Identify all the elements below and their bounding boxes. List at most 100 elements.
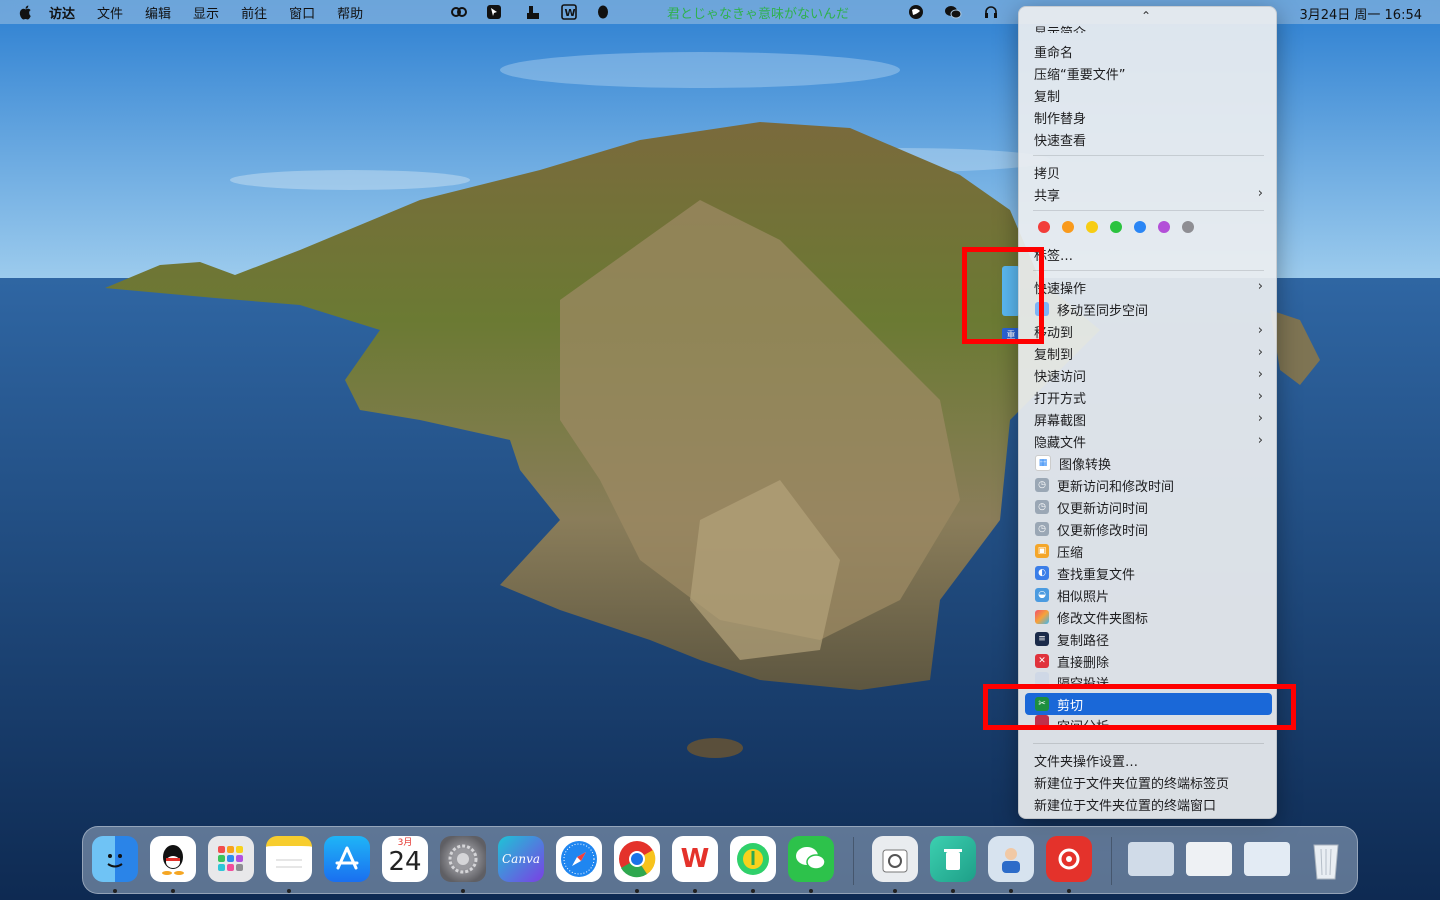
chevron-right-icon: › bbox=[1257, 186, 1263, 201]
canva-label: Canva bbox=[502, 852, 540, 866]
folder-color-icon bbox=[1035, 610, 1049, 624]
app-store-icon[interactable] bbox=[324, 836, 370, 882]
trash-cleaner-icon[interactable] bbox=[930, 836, 976, 882]
tag-red[interactable] bbox=[1038, 221, 1050, 233]
menu-item-copy-to[interactable]: 复制到 › bbox=[1025, 342, 1272, 364]
chrome-icon[interactable] bbox=[614, 836, 660, 882]
baidu-netdisk-icon[interactable] bbox=[450, 3, 468, 21]
svg-text:W: W bbox=[565, 8, 576, 19]
menu-item-find-duplicates-label: 查找重复文件 bbox=[1057, 567, 1136, 583]
image-convert-icon: ▦ bbox=[1035, 455, 1051, 471]
menu-item-screenshot[interactable]: 屏幕截图 › bbox=[1025, 408, 1272, 430]
menu-item-make-alias[interactable]: 制作替身 bbox=[1025, 106, 1272, 128]
running-indicator bbox=[171, 889, 175, 893]
menu-item-duplicate[interactable]: 复制 bbox=[1025, 84, 1272, 106]
apple-menu-icon[interactable] bbox=[19, 4, 35, 20]
wps-label: W bbox=[680, 844, 710, 874]
menu-view[interactable]: 显示 bbox=[193, 3, 219, 22]
tag-purple[interactable] bbox=[1158, 221, 1170, 233]
menu-item-update-modify[interactable]: ◷ 仅更新修改时间 bbox=[1025, 518, 1272, 540]
tag-blue[interactable] bbox=[1134, 221, 1146, 233]
dock-divider bbox=[853, 837, 854, 885]
menu-item-quick-access-label: 快速访问 bbox=[1034, 369, 1087, 385]
menu-go[interactable]: 前往 bbox=[241, 3, 267, 22]
vpn-globe-icon[interactable] bbox=[907, 3, 925, 21]
qq-icon[interactable] bbox=[150, 836, 196, 882]
menu-item-open-with[interactable]: 打开方式 › bbox=[1025, 386, 1272, 408]
menu-item-rename[interactable]: 重命名 bbox=[1025, 40, 1272, 62]
menu-bar-clock[interactable]: 3月24日 周一 16:54 bbox=[1299, 4, 1422, 23]
archive-icon: ▣ bbox=[1035, 544, 1049, 558]
menu-item-image-convert[interactable]: ▦ 图像转换 bbox=[1025, 452, 1272, 474]
wechat-icon[interactable] bbox=[788, 836, 834, 882]
menu-item-hide-files[interactable]: 隐藏文件 › bbox=[1025, 430, 1272, 452]
terminal-path-icon: ≡ bbox=[1035, 632, 1049, 646]
wps-office-icon[interactable]: W bbox=[672, 836, 718, 882]
preview-person-icon[interactable] bbox=[988, 836, 1034, 882]
qq-music-icon[interactable] bbox=[730, 836, 776, 882]
menu-item-copy[interactable]: 拷贝 bbox=[1025, 161, 1272, 183]
menu-item-open-with-label: 打开方式 bbox=[1034, 391, 1087, 407]
window-thumb-2-icon[interactable] bbox=[1186, 842, 1232, 876]
menu-separator bbox=[1033, 210, 1264, 211]
notes-icon[interactable] bbox=[266, 836, 312, 882]
menu-window[interactable]: 窗口 bbox=[289, 3, 315, 22]
cursor-app-icon[interactable] bbox=[485, 3, 503, 21]
menu-item-find-duplicates[interactable]: ◐ 查找重复文件 bbox=[1025, 562, 1272, 584]
menu-item-move-to[interactable]: 移动到 › bbox=[1025, 320, 1272, 342]
tag-gray[interactable] bbox=[1182, 221, 1194, 233]
menu-item-delete-direct[interactable]: ✕ 直接删除 bbox=[1025, 650, 1272, 672]
calendar-icon[interactable]: 3月 24 bbox=[382, 836, 428, 882]
system-settings-icon[interactable] bbox=[440, 836, 486, 882]
menu-edit[interactable]: 编辑 bbox=[145, 3, 171, 22]
chevron-right-icon: › bbox=[1257, 279, 1263, 294]
menu-separator bbox=[1033, 155, 1264, 156]
safari-icon[interactable] bbox=[556, 836, 602, 882]
wps-icon[interactable]: W bbox=[560, 3, 578, 21]
finder-icon[interactable] bbox=[92, 836, 138, 882]
menu-item-new-terminal-tab[interactable]: 新建位于文件夹位置的终端标签页 bbox=[1025, 771, 1272, 793]
canva-icon[interactable]: Canva bbox=[498, 836, 544, 882]
menu-item-quick-look[interactable]: 快速查看 bbox=[1025, 128, 1272, 150]
trash-icon[interactable] bbox=[1303, 836, 1349, 882]
netease-music-icon[interactable] bbox=[1046, 836, 1092, 882]
clock-icon: ◷ bbox=[1035, 500, 1049, 514]
tag-orange[interactable] bbox=[1062, 221, 1074, 233]
disk-utility-icon[interactable] bbox=[872, 836, 918, 882]
menu-item-quick-access[interactable]: 快速访问 › bbox=[1025, 364, 1272, 386]
menu-item-update-times[interactable]: ◷ 更新访问和修改时间 bbox=[1025, 474, 1272, 496]
menu-item-move-to-sync[interactable]: 移动至同步空间 bbox=[1025, 298, 1272, 320]
menu-item-compress-tool[interactable]: ▣ 压缩 bbox=[1025, 540, 1272, 562]
window-thumb-1-icon[interactable] bbox=[1128, 842, 1174, 876]
photos-icon: ◒ bbox=[1035, 588, 1049, 602]
calendar-day: 24 bbox=[388, 847, 422, 877]
menu-item-update-access[interactable]: ◷ 仅更新访问时间 bbox=[1025, 496, 1272, 518]
annotation-box-cut bbox=[983, 684, 1296, 730]
tag-green[interactable] bbox=[1110, 221, 1122, 233]
menu-item-similar-photos[interactable]: ◒ 相似照片 bbox=[1025, 584, 1272, 606]
launchpad-icon[interactable] bbox=[208, 836, 254, 882]
menu-item-quick-actions[interactable]: 快速操作 › bbox=[1025, 276, 1272, 298]
qq-status-icon[interactable] bbox=[594, 3, 612, 21]
menu-item-similar-photos-label: 相似照片 bbox=[1057, 589, 1110, 605]
dock: 3月 24 Canva W bbox=[82, 826, 1358, 894]
menu-item-tags[interactable]: 标签… bbox=[1025, 243, 1272, 265]
menu-item-get-info[interactable]: 显示简介 bbox=[1025, 19, 1272, 33]
menu-item-share[interactable]: 共享 › bbox=[1025, 183, 1272, 205]
headphone-icon[interactable] bbox=[982, 3, 1000, 21]
menu-file[interactable]: 文件 bbox=[97, 3, 123, 22]
menu-item-folder-actions[interactable]: 文件夹操作设置… bbox=[1025, 749, 1272, 771]
control-icon[interactable] bbox=[524, 3, 542, 21]
menu-help[interactable]: 帮助 bbox=[337, 3, 363, 22]
chevron-right-icon: › bbox=[1257, 389, 1263, 404]
menu-item-new-terminal-window[interactable]: 新建位于文件夹位置的终端窗口 bbox=[1025, 793, 1272, 815]
menu-item-copy-path[interactable]: ≡ 复制路径 bbox=[1025, 628, 1272, 650]
window-thumb-3-icon[interactable] bbox=[1244, 842, 1290, 876]
running-indicator bbox=[635, 889, 639, 893]
menu-item-folder-icon[interactable]: 修改文件夹图标 bbox=[1025, 606, 1272, 628]
menu-item-share-label: 共享 bbox=[1034, 188, 1061, 204]
menu-item-compress[interactable]: 压缩“重要文件” bbox=[1025, 62, 1272, 84]
menu-app-name[interactable]: 访达 bbox=[49, 3, 75, 22]
tag-yellow[interactable] bbox=[1086, 221, 1098, 233]
wechat-status-icon[interactable] bbox=[944, 3, 962, 21]
